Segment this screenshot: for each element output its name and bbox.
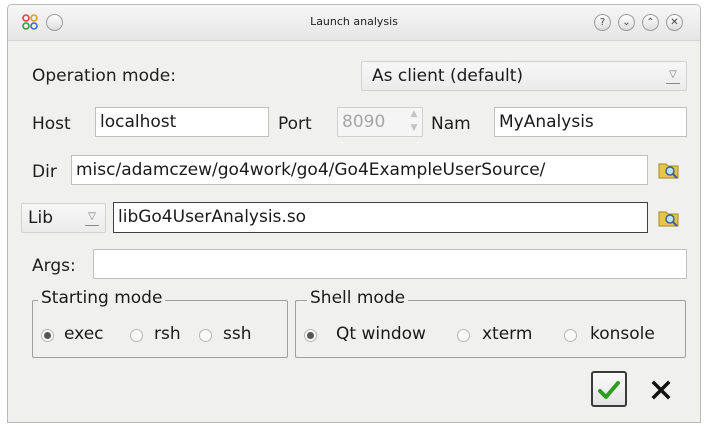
- operation-mode-label: Operation mode:: [32, 66, 176, 86]
- spin-down-icon[interactable]: ▼: [407, 121, 421, 135]
- radio-rsh-label[interactable]: rsh: [154, 324, 181, 344]
- radio-qt-window[interactable]: [304, 329, 317, 342]
- radio-rsh[interactable]: [130, 329, 143, 342]
- operation-mode-value: As client (default): [372, 66, 524, 86]
- library-input[interactable]: libGo4UserAnalysis.so: [113, 202, 648, 233]
- radio-qt-window-label[interactable]: Qt window: [336, 324, 426, 344]
- lib-type-value: Lib: [28, 208, 53, 228]
- folder-search-icon[interactable]: [658, 160, 680, 180]
- args-label: Args:: [32, 256, 76, 276]
- lib-type-select[interactable]: Lib ▽: [21, 203, 106, 233]
- radio-ssh-label[interactable]: ssh: [223, 324, 252, 344]
- starting-mode-title: Starting mode: [38, 288, 166, 308]
- close-button[interactable]: ✕: [666, 14, 683, 31]
- host-label: Host: [32, 114, 71, 134]
- dir-label: Dir: [32, 162, 57, 182]
- radio-exec[interactable]: [41, 329, 54, 342]
- chevron-down-icon: ▽: [85, 210, 99, 226]
- radio-xterm-label[interactable]: xterm: [482, 324, 532, 344]
- operation-mode-select[interactable]: As client (default) ▽: [361, 61, 687, 91]
- folder-search-icon[interactable]: [658, 208, 680, 228]
- launch-analysis-dialog: Launch analysis ? ⌄ ⌃ ✕ Operation mode: …: [7, 4, 701, 423]
- radio-xterm[interactable]: [457, 329, 470, 342]
- spin-up-icon[interactable]: ▲: [407, 107, 421, 121]
- help-button[interactable]: ?: [594, 14, 611, 31]
- title-bar[interactable]: Launch analysis ? ⌄ ⌃ ✕: [8, 5, 700, 41]
- maximize-button[interactable]: ⌃: [642, 14, 659, 31]
- radio-exec-label[interactable]: exec: [64, 324, 104, 344]
- port-label: Port: [278, 114, 312, 134]
- check-icon: [598, 381, 620, 399]
- dir-input[interactable]: misc/adamczew/go4work/go4/Go4ExampleUser…: [71, 155, 648, 185]
- radio-konsole[interactable]: [564, 329, 577, 342]
- close-icon: [651, 380, 671, 400]
- minimize-button[interactable]: ⌄: [618, 14, 635, 31]
- name-label: Nam: [431, 114, 471, 134]
- name-input[interactable]: MyAnalysis: [494, 107, 687, 137]
- cancel-button[interactable]: [643, 371, 679, 407]
- args-input[interactable]: [93, 249, 687, 279]
- port-spin-arrows[interactable]: ▲ ▼: [407, 107, 421, 137]
- chevron-down-icon: ▽: [666, 68, 680, 84]
- accept-button[interactable]: [591, 371, 627, 407]
- shell-mode-title: Shell mode: [307, 288, 409, 308]
- radio-ssh[interactable]: [199, 329, 212, 342]
- host-input[interactable]: localhost: [95, 107, 269, 137]
- radio-konsole-label[interactable]: konsole: [590, 324, 655, 344]
